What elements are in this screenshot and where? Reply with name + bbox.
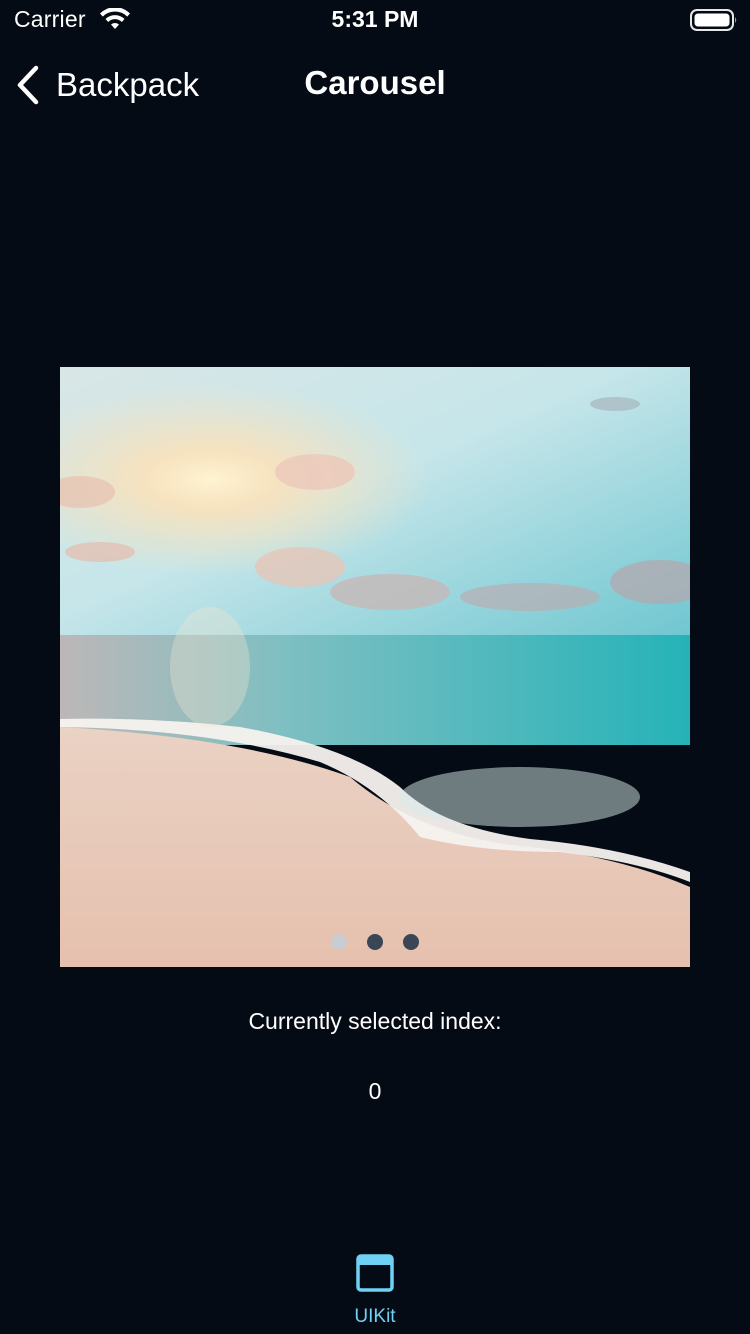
- page-dot-3[interactable]: [403, 934, 419, 950]
- tab-uikit[interactable]: UIKit: [325, 1254, 425, 1328]
- carousel[interactable]: [60, 367, 690, 967]
- status-time: 5:31 PM: [331, 6, 419, 32]
- page-title: Carousel: [304, 64, 446, 101]
- selected-index-value: 0: [368, 1078, 382, 1104]
- carousel-image: [60, 367, 690, 967]
- screen: Carrier 5:31 PM Backpack Carousel Curren…: [0, 0, 750, 1334]
- selected-index-label: Currently selected index:: [248, 1008, 502, 1034]
- tab-bar: UIKit: [0, 1240, 750, 1334]
- page-dot-1[interactable]: [331, 934, 347, 950]
- battery-icon: [690, 9, 737, 31]
- window-icon: [356, 1254, 394, 1292]
- status-bar: Carrier 5:31 PM: [0, 0, 750, 40]
- navigation-bar: Backpack Carousel: [0, 40, 750, 130]
- page-dot-2[interactable]: [367, 934, 383, 950]
- page-indicator[interactable]: [60, 934, 690, 950]
- tab-uikit-label: UIKit: [354, 1306, 396, 1327]
